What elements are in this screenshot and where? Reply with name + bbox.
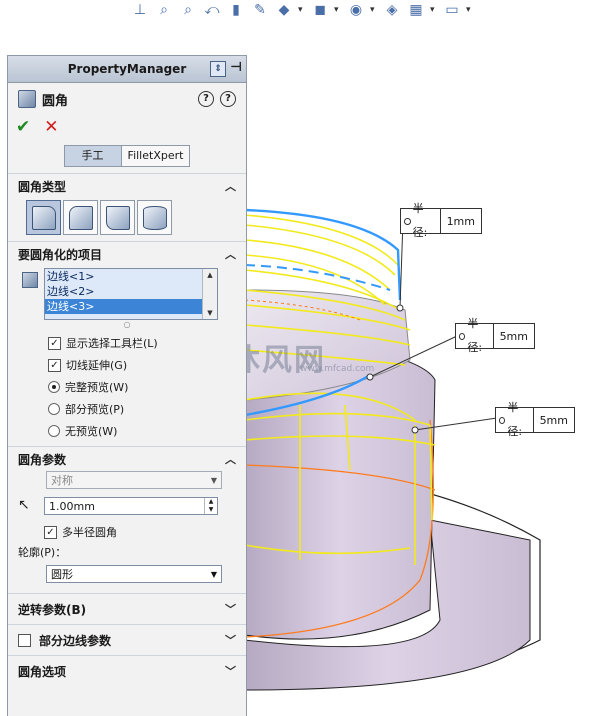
multi-radius-option[interactable]: ✓ 多半径圆角 xyxy=(8,521,246,543)
feature-title-row: 圆角 ? ? xyxy=(8,83,246,115)
chevron-down-icon: ▼ xyxy=(210,569,217,579)
chevron-down-icon[interactable]: ▾ xyxy=(370,5,378,15)
face-fillet-icon xyxy=(105,205,130,230)
mode-tabs: 手工 FilletXpert xyxy=(8,139,246,173)
view-orientation-icon[interactable]: ⊥ xyxy=(130,1,150,19)
callout-value[interactable]: 1mm xyxy=(441,215,481,228)
confirm-row: ✔ ✕ xyxy=(8,115,246,139)
apply-scene-icon[interactable]: ▦ xyxy=(406,1,426,19)
full-round-fillet-button[interactable] xyxy=(137,200,172,235)
chevron-down-icon[interactable]: ﹀ xyxy=(225,632,236,648)
partial-preview-radio[interactable] xyxy=(48,403,60,415)
no-preview-radio[interactable] xyxy=(48,425,60,437)
radius-spinner[interactable]: ▲ ▼ xyxy=(204,498,217,514)
radius-callout-1[interactable]: 半径: 1mm xyxy=(400,202,482,239)
radius-callout-2[interactable]: 半径: 5mm xyxy=(455,317,535,354)
items-to-fillet-section-header[interactable]: 要圆角化的项目 ︿ xyxy=(8,241,246,266)
hide-show-icon[interactable]: ◉ xyxy=(346,1,366,19)
constant-size-fillet-button[interactable] xyxy=(26,200,61,235)
variable-size-fillet-icon xyxy=(68,205,93,230)
dynamic-annotation-icon[interactable]: ✎ xyxy=(250,1,270,19)
setback-params-section-header[interactable]: 逆转参数(B) ﹀ xyxy=(8,593,246,624)
tangent-propagation-checkbox[interactable]: ✓ xyxy=(48,358,61,372)
chevron-down-icon[interactable]: ﹀ xyxy=(225,663,236,679)
fillet-type-buttons xyxy=(8,198,246,241)
radius-input[interactable]: 1.00mm ▲ ▼ xyxy=(44,497,218,515)
watermark-url: www.mfcad.com xyxy=(300,364,375,374)
cancel-button[interactable]: ✕ xyxy=(44,117,58,137)
list-scrollbar[interactable]: ▲ ▼ xyxy=(202,269,217,319)
profile-label: 轮廓(P)： xyxy=(18,546,67,559)
callout-handle-icon xyxy=(459,332,466,340)
view-settings-icon[interactable]: ▭ xyxy=(442,1,462,19)
tab-filletxpert[interactable]: FilletXpert xyxy=(120,145,191,167)
no-preview-option[interactable]: 无预览(W) xyxy=(8,420,246,442)
heads-up-toolbar: ⊥ ⌕ ⌕ ⤺ ▮ ✎ ◆ ▾ ◼ ▾ ◉ ▾ ◈ ▦ ▾ ▭ ▾ xyxy=(130,0,474,20)
full-preview-option[interactable]: 完整预览(W) xyxy=(8,376,246,398)
partial-edge-section-header[interactable]: 部分边线参数 ﹀ xyxy=(8,624,246,655)
partial-edge-checkbox[interactable] xyxy=(18,633,31,647)
fillet-feature-icon xyxy=(18,90,36,108)
scroll-down-icon[interactable]: ▼ xyxy=(203,309,217,317)
zoom-area-icon[interactable]: ⌕ xyxy=(178,1,198,19)
previous-view-icon[interactable]: ⤺ xyxy=(202,1,222,19)
property-manager-title: PropertyManager xyxy=(67,62,187,76)
chevron-down-icon: ▼ xyxy=(210,475,217,485)
callout-handle-icon xyxy=(404,217,411,225)
selected-edge-2 xyxy=(244,264,391,291)
chevron-down-icon[interactable]: ▾ xyxy=(430,5,438,15)
callout-value[interactable]: 5mm xyxy=(534,414,574,427)
help-icon[interactable]: ? xyxy=(220,91,236,107)
chevron-down-icon[interactable]: ▾ xyxy=(298,5,306,15)
show-selection-toolbar-option[interactable]: ✓ 显示选择工具栏(L) xyxy=(8,332,246,354)
chevron-up-icon[interactable]: ︿ xyxy=(225,451,236,467)
full-preview-radio[interactable] xyxy=(48,381,60,393)
fillet-params-section-header[interactable]: 圆角参数 ︿ xyxy=(8,446,246,471)
pin-icon[interactable]: ⊣ xyxy=(230,61,242,77)
variable-size-fillet-button[interactable] xyxy=(63,200,98,235)
chevron-down-icon[interactable]: ▾ xyxy=(466,5,474,15)
radius-icon: ↖ xyxy=(18,497,30,513)
zoom-to-fit-icon[interactable]: ⌕ xyxy=(154,1,174,19)
show-selection-toolbar-checkbox[interactable]: ✓ xyxy=(48,336,61,350)
face-fillet-button[interactable] xyxy=(100,200,135,235)
list-item[interactable]: 边线<3> xyxy=(45,299,217,314)
ok-button[interactable]: ✔ xyxy=(16,117,30,137)
expand-panel-icon[interactable]: ⇕ xyxy=(210,61,227,77)
fillet-method-select[interactable]: 对称 ▼ xyxy=(46,471,222,489)
full-round-fillet-icon xyxy=(142,205,167,230)
display-style-icon[interactable]: ◼ xyxy=(310,1,330,19)
edit-appearance-icon[interactable]: ◈ xyxy=(382,1,402,19)
list-item[interactable]: 边线<2> xyxy=(45,284,217,299)
constant-size-fillet-icon xyxy=(31,205,56,230)
edge-selection-list[interactable]: 边线<1> 边线<2> 边线<3> ▲ ▼ xyxy=(44,268,218,320)
multi-radius-checkbox[interactable]: ✓ xyxy=(44,525,57,539)
chevron-up-icon[interactable]: ︿ xyxy=(225,246,236,262)
tab-manual[interactable]: 手工 xyxy=(63,145,121,167)
items-to-fillet-row: 边线<1> 边线<2> 边线<3> ▲ ▼ xyxy=(8,266,246,320)
property-manager-header: PropertyManager ⇕ ⊣ xyxy=(8,56,246,83)
radius-callout-3[interactable]: 半径: 5mm xyxy=(495,401,575,438)
section-view-icon[interactable]: ▮ xyxy=(226,1,246,19)
radius-row: ↖ 1.00mm ▲ ▼ xyxy=(8,497,246,515)
feature-title: 圆角 xyxy=(42,93,69,109)
chevron-up-icon[interactable]: ︿ xyxy=(225,178,236,194)
fillet-type-section-header[interactable]: 圆角类型 ︿ xyxy=(8,173,246,198)
fillet-options-section-header[interactable]: 圆角选项 ﹀ xyxy=(8,655,246,686)
profile-select[interactable]: 圆形 ▼ xyxy=(46,565,222,583)
callout-handle-icon xyxy=(499,416,506,424)
whats-new-help-icon[interactable]: ? xyxy=(198,91,214,107)
list-item[interactable]: 边线<1> xyxy=(45,269,217,284)
tangent-propagation-option[interactable]: ✓ 切线延伸(G) xyxy=(8,354,246,376)
list-resize-handle[interactable]: ○ xyxy=(8,320,246,332)
view-orientation-cube-icon[interactable]: ◆ xyxy=(274,1,294,19)
chevron-down-icon[interactable]: ﹀ xyxy=(225,601,236,617)
callout-value[interactable]: 5mm xyxy=(494,330,534,343)
property-manager: PropertyManager ⇕ ⊣ 圆角 ? ? ✔ ✕ 手工 Fillet… xyxy=(7,55,247,716)
chevron-down-icon[interactable]: ▾ xyxy=(334,5,342,15)
scroll-up-icon[interactable]: ▲ xyxy=(203,271,217,279)
edge-selection-icon xyxy=(22,272,38,288)
partial-preview-option[interactable]: 部分预览(P) xyxy=(8,398,246,420)
